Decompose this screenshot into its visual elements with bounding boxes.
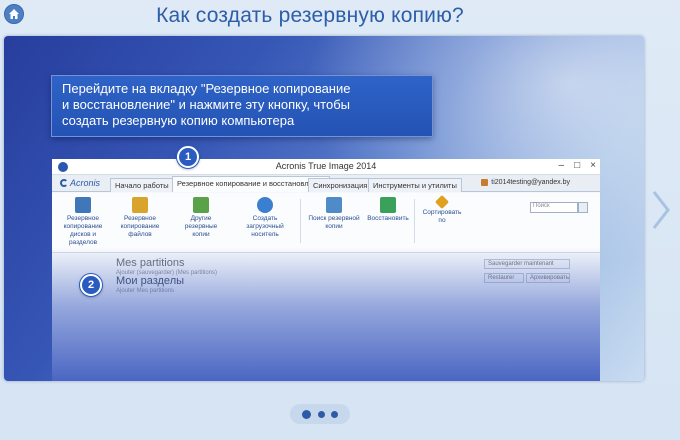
list-action-button: Sauvegarder maintenant <box>484 259 570 269</box>
backup-list: Mes partitions Ajouter (sauvegarder) (Me… <box>52 253 600 381</box>
pagination-dot-1[interactable] <box>302 409 312 419</box>
tab-backup-restore: Резервное копирование и восстановление <box>172 176 331 192</box>
pagination-dot-2[interactable] <box>317 410 325 418</box>
callout-line: и восстановление" и нажмите эту кнопку, … <box>62 97 351 112</box>
restore-icon <box>380 197 396 213</box>
other-backup-icon <box>193 197 209 213</box>
ribbon-separator <box>414 199 415 243</box>
app-window-screenshot: Acronis True Image 2014 – □ × Acronis На… <box>52 159 600 381</box>
callout-line: создать резервную копию компьютера <box>62 113 295 128</box>
app-titlebar: Acronis True Image 2014 – □ × <box>52 159 600 175</box>
close-icon: × <box>590 160 596 171</box>
acronis-logo-icon <box>60 179 68 187</box>
ribbon-separator <box>300 199 301 243</box>
minimize-icon: – <box>558 160 565 171</box>
logo-text: Acronis <box>70 178 101 188</box>
ribbon-file-backup: Резервное копирование файлов <box>118 197 162 239</box>
app-tabbar: Acronis Начало работы Резервное копирова… <box>52 175 600 192</box>
instruction-callout: Перейдите на вкладку "Резервное копирова… <box>51 75 433 137</box>
account-email: ti2014testing@yandex.by <box>491 179 570 186</box>
tab-tools: Инструменты и утилиты <box>368 178 462 192</box>
ribbon-boot-media: Создать загрузочный носитель <box>242 197 288 239</box>
list-action-button: Архивировать <box>526 273 570 283</box>
pagination-dot-3[interactable] <box>330 410 338 418</box>
account-info: ti2014testing@yandex.by <box>481 179 570 186</box>
app-title: Acronis True Image 2014 <box>275 161 377 171</box>
maximize-icon: □ <box>574 160 581 171</box>
ribbon-sort: Сортировать по <box>420 194 464 225</box>
ribbon-search-backup: Поиск резервной копии <box>308 197 360 231</box>
file-backup-icon <box>132 197 148 213</box>
search-backup-icon <box>326 197 342 213</box>
ribbon-disk-backup: Резервное копирование дисков и разделов <box>60 197 106 247</box>
callout-line: Перейдите на вкладку "Резервное копирова… <box>62 81 351 96</box>
step-2-badge: 2 <box>80 274 102 296</box>
boot-media-icon <box>257 197 273 213</box>
slide-pagination <box>290 404 350 424</box>
chevron-right-icon <box>652 191 670 229</box>
account-icon <box>481 179 489 186</box>
list-item-title: Мои разделы <box>116 275 185 287</box>
next-slide-button[interactable] <box>650 190 672 230</box>
ribbon-other-backups: Другие резервные копии <box>176 197 226 239</box>
disk-backup-icon <box>75 197 91 213</box>
app-ribbon: Резервное копирование дисков и разделов … <box>52 193 600 253</box>
search-input: Поиск <box>530 202 578 213</box>
acronis-logo: Acronis <box>60 178 100 188</box>
list-item-subtitle: Ajouter Mes partitions <box>116 288 175 294</box>
list-action-button: Restaurer <box>484 273 524 283</box>
tab-sync: Синхронизация <box>308 178 373 192</box>
list-item-title: Mes partitions <box>116 257 185 269</box>
page-title: Как создать резервную копию? <box>156 4 464 27</box>
step-1-badge: 1 <box>177 146 199 168</box>
tab-home: Начало работы <box>110 178 174 192</box>
window-controls: – □ × <box>559 160 596 171</box>
sort-icon <box>434 194 450 210</box>
tutorial-slide: Перейдите на вкладку "Резервное копирова… <box>4 36 644 381</box>
ribbon-restore: Восстановить <box>366 197 410 223</box>
search-icon <box>578 202 588 213</box>
